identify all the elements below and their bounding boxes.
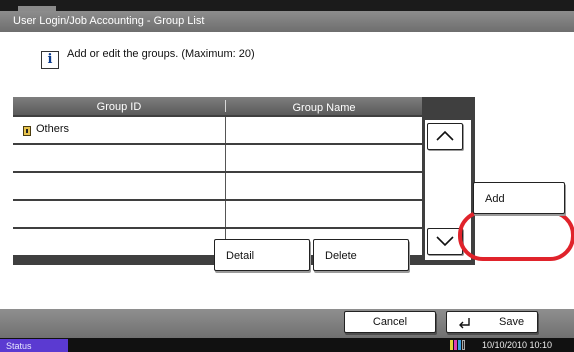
cell-group-id [13,173,225,199]
table-row[interactable]: Others [13,117,422,143]
cell-group-id [13,145,225,171]
detail-button[interactable]: Detail [214,239,310,271]
chevron-down-icon [436,236,454,247]
status-button[interactable]: Status [0,339,68,352]
add-button-highlight [458,210,574,261]
chevron-up-icon [436,130,454,141]
column-header-group-name: Group Name [292,102,356,114]
window-title: User Login/Job Accounting - Group List [0,11,574,32]
table-row[interactable] [13,173,422,199]
info-message: Add or edit the groups. (Maximum: 20) [67,48,255,60]
datetime-display: 10/10/2010 10:10 [482,340,553,350]
cell-group-name [226,173,422,199]
bottom-action-bar: Cancel Save [0,309,574,338]
top-strip [0,0,574,11]
delete-button[interactable]: Delete [313,239,409,271]
group-id-text: Others [36,123,70,135]
cell-group-id [13,201,225,227]
save-button[interactable]: Save [446,311,538,333]
cancel-button[interactable]: Cancel [344,311,436,333]
folder-icon [23,126,31,136]
column-header-group-id: Group ID [96,101,142,113]
table-row[interactable] [13,145,422,171]
enter-icon [459,318,470,329]
cell-group-id: Others [13,117,225,143]
cell-group-name [226,117,422,143]
save-label: Save [499,316,525,328]
status-bar: Status 10/10/2010 10:10 [0,338,574,352]
table-header: Group ID Group Name [13,97,422,115]
main-content: i Add or edit the groups. (Maximum: 20) … [0,32,574,309]
cell-group-id [13,229,225,255]
cell-group-name [226,201,422,227]
toner-level-icon [450,340,466,350]
table-row[interactable] [13,201,422,227]
add-button[interactable]: Add [473,182,565,214]
scroll-up-button[interactable] [427,123,463,150]
info-icon: i [41,51,59,69]
cell-group-name [226,145,422,171]
